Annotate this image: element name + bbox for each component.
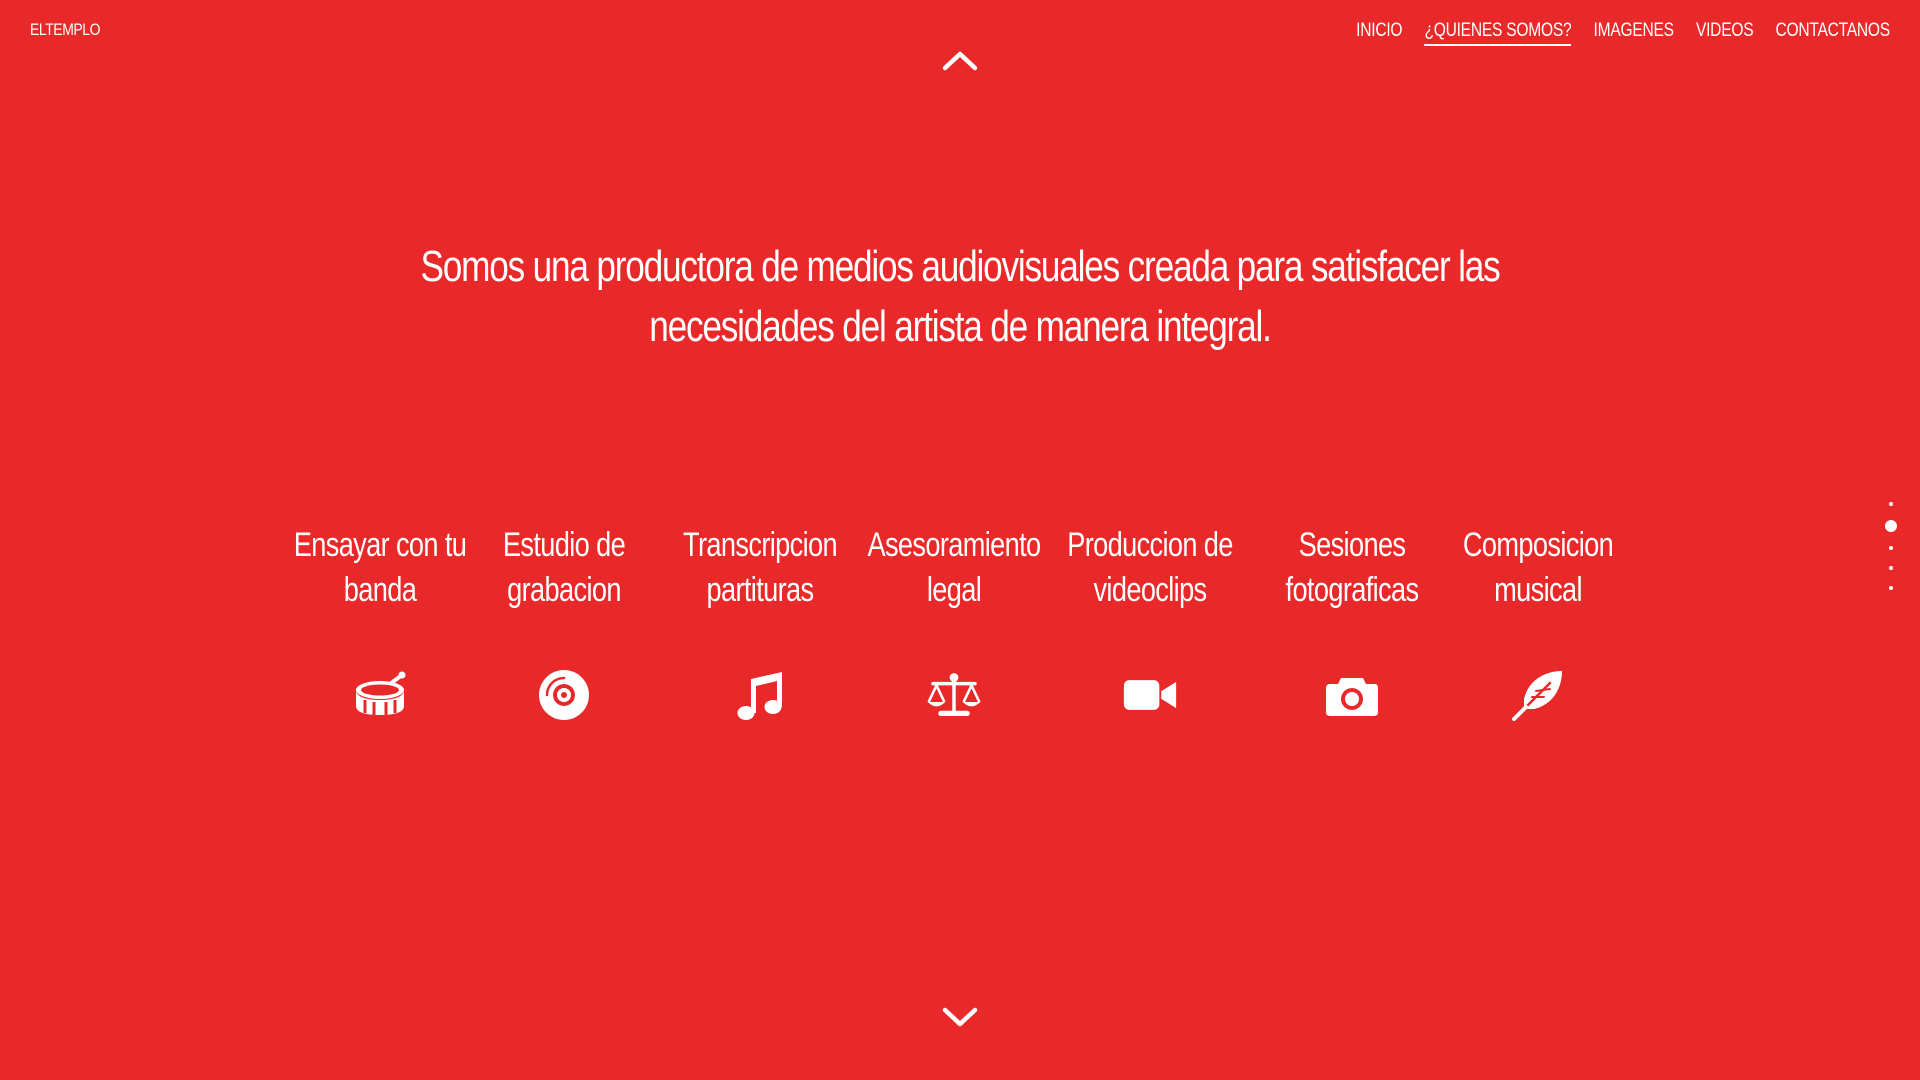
drum-icon <box>356 671 406 715</box>
service-item-asesoramiento[interactable]: Asesoramiento legal <box>844 523 1064 723</box>
nav-item-inicio[interactable]: INICIO <box>1356 20 1402 46</box>
section-dot[interactable] <box>1889 566 1893 570</box>
section-dot[interactable] <box>1889 502 1893 506</box>
service-label: Estudio de grabacion <box>502 526 626 609</box>
feather-icon <box>1512 671 1562 721</box>
balance-scale-icon <box>927 673 981 716</box>
service-label: Transcripcion partituras <box>683 526 838 609</box>
service-item-produccion[interactable]: Produccion de videoclips <box>1040 523 1260 723</box>
chevron-up-icon[interactable] <box>940 48 980 74</box>
service-label: Asesoramiento legal <box>867 526 1041 609</box>
page-headline: Somos una productora de medios audiovisu… <box>420 242 1500 352</box>
brand-logo[interactable]: ELTEMPLO <box>30 20 100 40</box>
nav-item-contactanos[interactable]: CONTACTANOS <box>1776 20 1891 46</box>
service-label: Composicion musical <box>1462 526 1614 609</box>
nav-item-quienes-somos[interactable]: ¿QUIENES SOMOS? <box>1424 20 1572 46</box>
service-item-estudio[interactable]: Estudio de grabacion <box>454 523 674 723</box>
compact-disc-icon <box>539 670 589 720</box>
section-dot[interactable] <box>1889 586 1893 590</box>
service-label: Sesiones fotograficas <box>1285 526 1420 609</box>
video-camera-icon <box>1123 680 1177 710</box>
nav-item-imagenes[interactable]: IMAGENES <box>1594 20 1675 46</box>
section-dots-nav <box>1884 494 1898 598</box>
services-list: Ensayar con tu banda Estudio de grabacio… <box>0 523 1920 743</box>
section-dot[interactable] <box>1889 546 1893 550</box>
service-item-composicion[interactable]: Composicion musical <box>1428 523 1648 723</box>
chevron-down-icon[interactable] <box>940 1004 980 1030</box>
section-dot-active[interactable] <box>1885 520 1897 532</box>
service-item-transcripcion[interactable]: Transcripcion partituras <box>650 523 870 723</box>
service-label: Ensayar con tu banda <box>293 526 467 609</box>
main-nav: INICIO ¿QUIENES SOMOS? IMAGENES VIDEOS C… <box>1334 20 1890 46</box>
music-note-icon <box>737 672 782 720</box>
service-label: Produccion de videoclips <box>1067 526 1233 609</box>
camera-icon <box>1326 678 1378 716</box>
page: ELTEMPLO INICIO ¿QUIENES SOMOS? IMAGENES… <box>0 0 1920 1080</box>
nav-item-videos[interactable]: VIDEOS <box>1696 20 1754 46</box>
